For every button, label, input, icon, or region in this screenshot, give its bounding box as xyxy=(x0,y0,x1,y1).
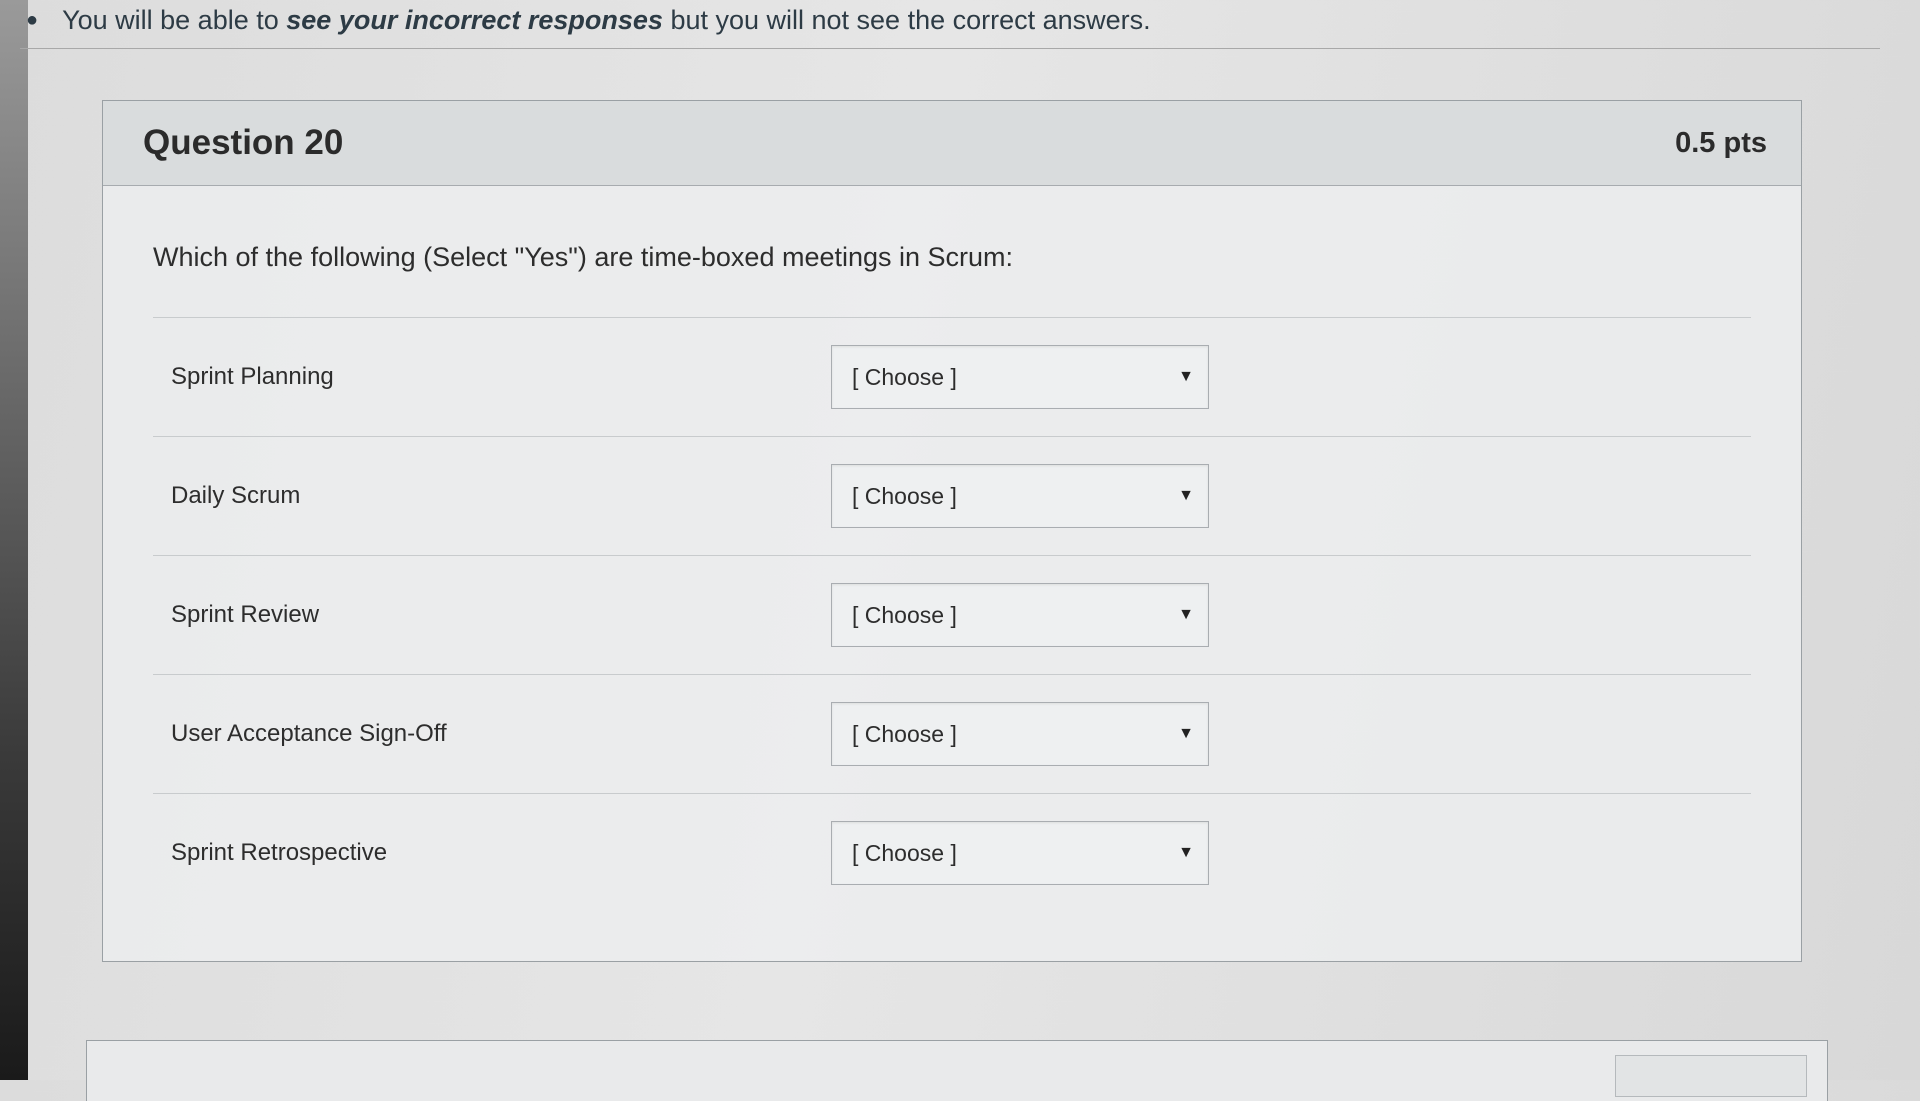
caret-down-icon: ▼ xyxy=(1178,368,1194,385)
match-row-sprint-retrospective: Sprint Retrospective [ Choose ] ▼ xyxy=(153,794,1751,912)
answer-dropdown-sprint-retrospective[interactable]: [ Choose ] ▼ xyxy=(831,821,1209,885)
match-label: User Acceptance Sign-Off xyxy=(171,720,447,747)
dropdown-value: [ Choose ] xyxy=(852,839,957,866)
dropdown-value: [ Choose ] xyxy=(852,482,957,509)
instruction-suffix: but you will not see the correct answers… xyxy=(662,4,1151,35)
answer-dropdown-sprint-review[interactable]: [ Choose ] ▼ xyxy=(831,583,1209,647)
question-card: Question 20 0.5 pts Which of the followi… xyxy=(102,100,1802,962)
answer-dropdown-user-acceptance-sign-off[interactable]: [ Choose ] ▼ xyxy=(831,702,1209,766)
partial-button[interactable] xyxy=(1615,1055,1807,1097)
dropdown-value: [ Choose ] xyxy=(852,363,957,390)
quiz-instructions: ● You will be able to see your incorrect… xyxy=(20,0,1880,49)
match-row-user-acceptance-sign-off: User Acceptance Sign-Off [ Choose ] ▼ xyxy=(153,675,1751,794)
dropdown-value: [ Choose ] xyxy=(852,601,957,628)
question-text: Which of the following (Select "Yes") ar… xyxy=(153,242,1751,318)
match-label: Sprint Retrospective xyxy=(171,839,388,866)
caret-down-icon: ▼ xyxy=(1178,487,1194,504)
match-row-daily-scrum: Daily Scrum [ Choose ] ▼ xyxy=(153,437,1751,556)
match-label: Daily Scrum xyxy=(171,482,301,509)
match-row-sprint-planning: Sprint Planning [ Choose ] ▼ xyxy=(153,318,1751,437)
answer-dropdown-daily-scrum[interactable]: [ Choose ] ▼ xyxy=(831,464,1209,528)
dropdown-value: [ Choose ] xyxy=(852,720,957,747)
match-label: Sprint Review xyxy=(171,601,320,628)
question-points: 0.5 pts xyxy=(1675,126,1767,159)
instruction-text: You will be able to see your incorrect r… xyxy=(62,5,1151,36)
instruction-prefix: You will be able to xyxy=(62,4,287,35)
instruction-emphasis: see your incorrect responses xyxy=(286,4,663,35)
match-label: Sprint Planning xyxy=(171,363,334,390)
question-body: Which of the following (Select "Yes") ar… xyxy=(103,186,1801,912)
bullet-icon: ● xyxy=(26,8,39,31)
question-title: Question 20 xyxy=(143,123,344,162)
match-row-sprint-review: Sprint Review [ Choose ] ▼ xyxy=(153,556,1751,675)
caret-down-icon: ▼ xyxy=(1178,725,1194,742)
answer-dropdown-sprint-planning[interactable]: [ Choose ] ▼ xyxy=(831,345,1209,409)
question-header: Question 20 0.5 pts xyxy=(103,101,1801,186)
caret-down-icon: ▼ xyxy=(1178,844,1194,861)
caret-down-icon: ▼ xyxy=(1178,606,1194,623)
next-question-card xyxy=(86,1040,1828,1101)
screen-bezel xyxy=(0,0,28,1080)
